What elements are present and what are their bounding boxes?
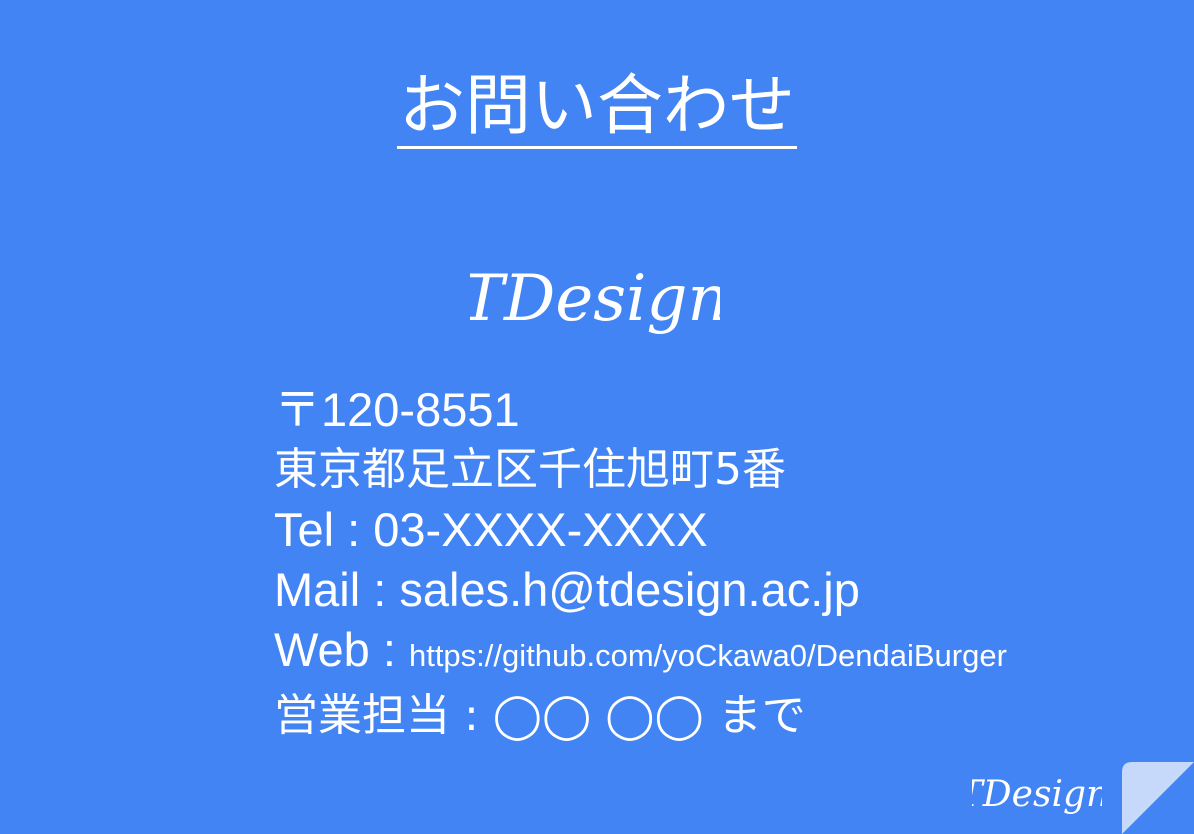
- footer-logo: TDesign: [972, 774, 1102, 815]
- tel-label: Tel :: [274, 503, 374, 556]
- contact-info: 〒120-8551 東京都足立区千住旭町5番 Tel : 03-XXXX-XXX…: [274, 380, 1007, 746]
- web-link[interactable]: https://github.com/yoCkawa0/DendaiBurger: [409, 638, 1007, 673]
- tel-line: Tel : 03-XXXX-XXXX: [274, 500, 1007, 560]
- footer-logo-text: TDesign: [972, 774, 1102, 815]
- tdesign-logo-text: TDesign: [470, 262, 720, 336]
- mail-value: sales.h@tdesign.ac.jp: [399, 563, 860, 616]
- tdesign-logo: TDesign: [470, 262, 720, 336]
- mail-label: Mail :: [274, 563, 400, 616]
- web-label: Web :: [274, 623, 409, 676]
- postal-code: 〒120-8551: [274, 383, 520, 436]
- page-title-text: お問い合わせ: [397, 67, 797, 149]
- web-line: Web : https://github.com/yoCkawa0/Dendai…: [274, 620, 1007, 686]
- sales-line: 営業担当 : ◯◯ ◯◯ まで: [274, 686, 1007, 746]
- sales-label: 営業担当 :: [274, 690, 493, 741]
- sales-value: ◯◯ ◯◯ まで: [492, 690, 806, 741]
- page-title: お問い合わせ: [0, 64, 1194, 149]
- mail-line: Mail : sales.h@tdesign.ac.jp: [274, 560, 1007, 620]
- page-curl-icon: [1122, 762, 1194, 834]
- address: 東京都足立区千住旭町5番: [274, 444, 786, 495]
- tel-value: 03-XXXX-XXXX: [373, 503, 708, 556]
